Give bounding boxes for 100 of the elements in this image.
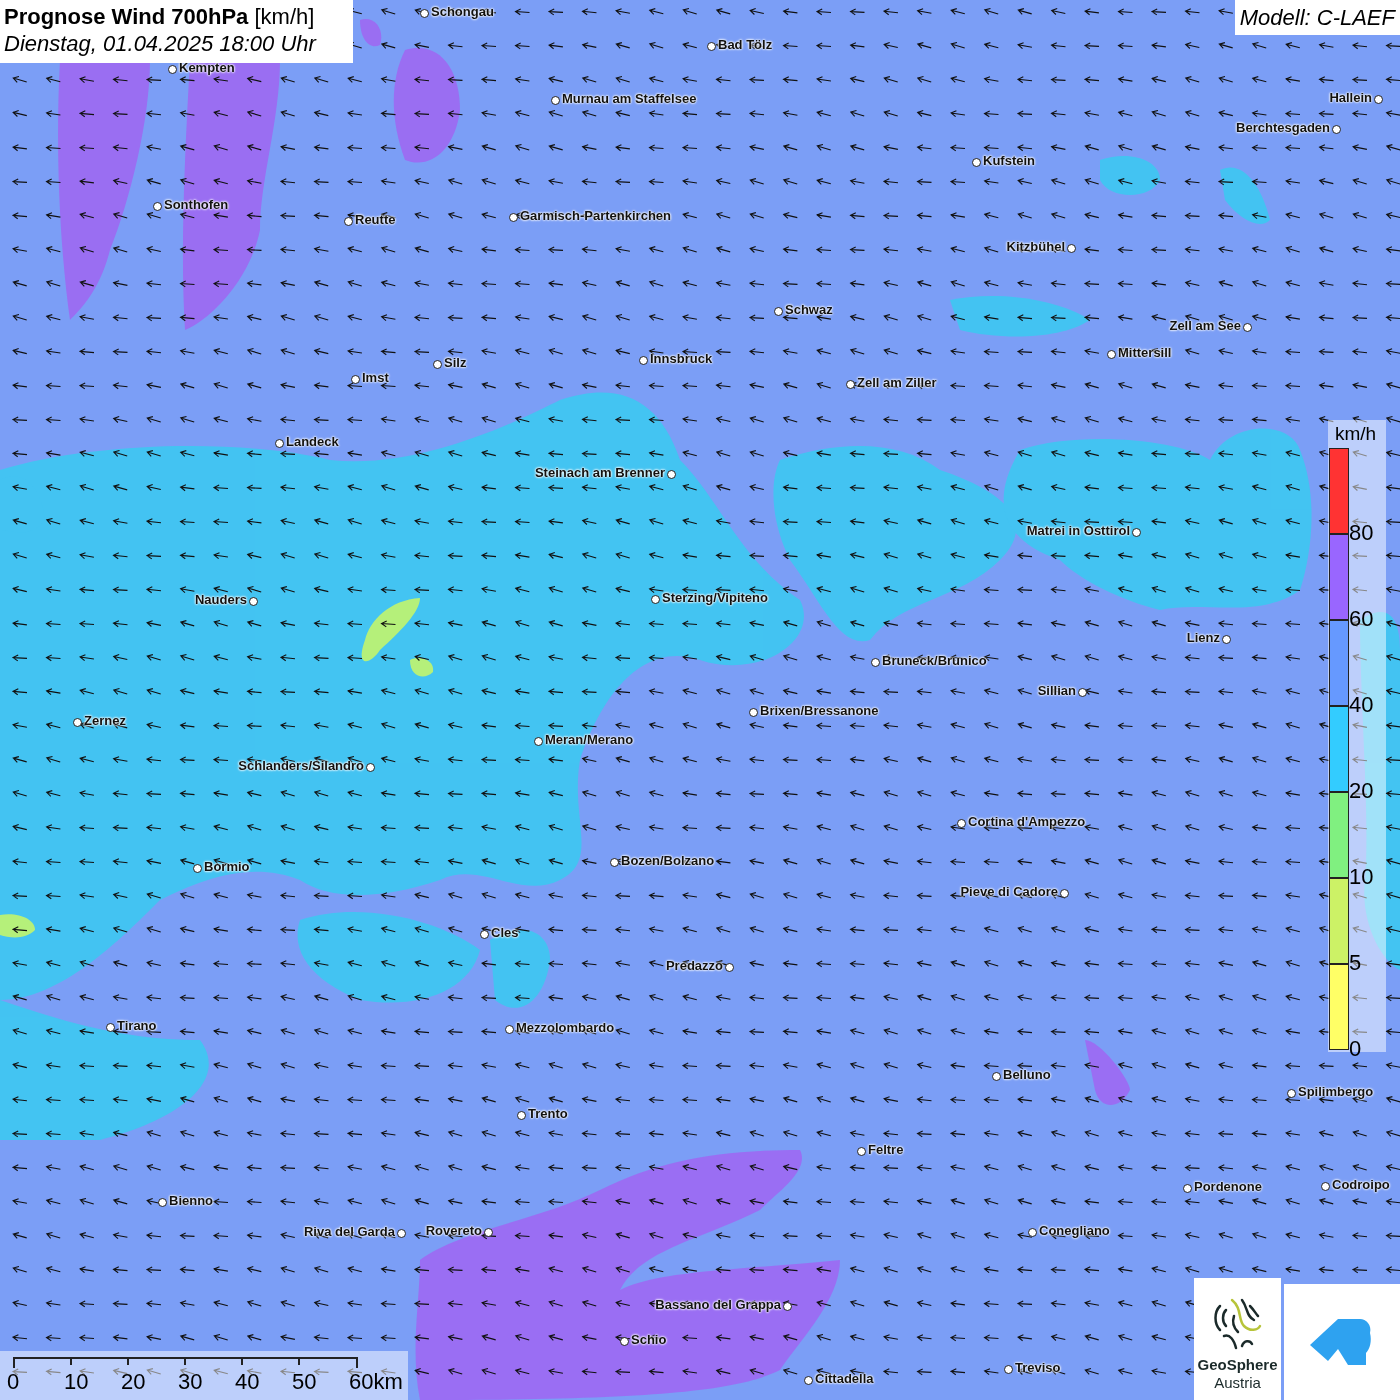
city-label: Murnau am Staffelsee — [562, 91, 697, 106]
city-marker — [365, 762, 375, 772]
city-marker — [167, 64, 177, 74]
city-label: Spilimbergo — [1298, 1084, 1374, 1099]
city-marker — [274, 438, 284, 448]
city-label: Conegliano — [1039, 1223, 1110, 1238]
city-marker — [666, 469, 676, 479]
legend-value: 10 — [1349, 866, 1374, 888]
city-marker — [1373, 94, 1383, 104]
city-marker — [748, 707, 758, 717]
city-label: Schwaz — [785, 302, 833, 317]
city-marker — [724, 962, 734, 972]
city-marker — [706, 41, 716, 51]
city-label: Berchtesgaden — [1236, 120, 1330, 135]
city-label: Schio — [631, 1332, 667, 1347]
city-marker — [1003, 1364, 1013, 1374]
city-marker — [508, 212, 518, 222]
city-marker — [609, 857, 619, 867]
city-marker — [638, 355, 648, 365]
city-marker — [1286, 1088, 1296, 1098]
city-marker — [1066, 243, 1076, 253]
city-label: Cortina d'Ampezzo — [968, 814, 1086, 829]
city-marker — [845, 379, 855, 389]
city-label: Schlanders/Silandro — [238, 758, 364, 773]
city-label: Pordenone — [1194, 1179, 1262, 1194]
city-label: Kempten — [179, 60, 235, 75]
scale-label: 40 — [235, 1369, 260, 1395]
city-label: Tirano — [117, 1018, 157, 1033]
city-marker — [956, 818, 966, 828]
city-marker — [343, 216, 353, 226]
legend-value: 0 — [1349, 1038, 1362, 1060]
city-label: Garmisch-Partenkirchen — [520, 208, 671, 223]
city-marker — [1077, 687, 1087, 697]
app-logo[interactable] — [1284, 1284, 1400, 1400]
city-label: Sonthofen — [164, 197, 229, 212]
city-label: Bad Tölz — [718, 37, 773, 52]
city-marker — [157, 1197, 167, 1207]
logo-text: GeoSphere — [1197, 1356, 1278, 1374]
city-label: Cles — [491, 925, 519, 940]
city-marker — [516, 1110, 526, 1120]
city-label: Feltre — [868, 1142, 904, 1157]
city-marker — [479, 929, 489, 939]
model-label: Modell: C-LAEF — [1234, 0, 1400, 35]
city-label: Sillian — [1037, 683, 1076, 698]
city-label: Hallein — [1329, 90, 1372, 105]
city-label: Bienno — [169, 1193, 214, 1208]
city-label: Imst — [362, 370, 389, 385]
logo-subtext: Austria — [1214, 1374, 1261, 1392]
city-label: Bruneck/Brunico — [882, 653, 987, 668]
city-label: Zernez — [84, 713, 126, 728]
city-label: Matrei in Osttirol — [1026, 523, 1130, 538]
city-marker — [1027, 1227, 1037, 1237]
city-marker — [650, 594, 660, 604]
city-label: Lienz — [1186, 630, 1220, 645]
city-marker — [248, 596, 258, 606]
city-marker — [1242, 322, 1252, 332]
scale-label: 30 — [178, 1369, 203, 1395]
city-marker — [1182, 1183, 1192, 1193]
city-marker — [1059, 888, 1069, 898]
city-marker — [971, 157, 981, 167]
city-marker — [350, 374, 360, 384]
city-label: Sterzing/Vipiteno — [662, 590, 768, 605]
city-label: Zell am See — [1169, 318, 1241, 333]
map-title: Prognose Wind 700hPa — [4, 4, 249, 29]
city-marker — [419, 8, 429, 18]
unit-label: [km/h] — [254, 4, 315, 29]
city-label: Brixen/Bressanone — [760, 703, 879, 718]
city-marker — [550, 95, 560, 105]
city-label: Treviso — [1015, 1360, 1061, 1375]
city-label: Codroipo — [1332, 1177, 1390, 1192]
city-label: Riva del Garda — [303, 1224, 395, 1239]
city-label: Steinach am Brenner — [534, 465, 665, 480]
city-label: Kitzbühel — [1006, 239, 1065, 254]
city-marker — [483, 1227, 493, 1237]
legend-value: 40 — [1349, 694, 1374, 716]
city-marker — [1221, 634, 1231, 644]
city-marker — [105, 1022, 115, 1032]
city-label: Predazzo — [665, 958, 723, 973]
legend-value: 5 — [1349, 952, 1362, 974]
city-label: Pieve di Cadore — [960, 884, 1058, 899]
city-marker — [870, 657, 880, 667]
scale-label: 50 — [292, 1369, 317, 1395]
city-marker — [782, 1301, 792, 1311]
city-marker — [1106, 349, 1116, 359]
contour-lines-icon — [1211, 1296, 1264, 1352]
mountain-cloud-icon — [1310, 1319, 1374, 1365]
city-label: Mezzolombardo — [516, 1020, 615, 1035]
legend-unit: km/h — [1335, 422, 1377, 446]
city-label: Kufstein — [983, 153, 1035, 168]
city-marker — [619, 1336, 629, 1346]
city-label: Cittadella — [815, 1371, 874, 1386]
city-label: Silz — [444, 355, 467, 370]
city-marker — [803, 1375, 813, 1385]
city-label: Belluno — [1003, 1067, 1051, 1082]
city-marker — [192, 863, 202, 873]
legend-value: 20 — [1349, 780, 1374, 802]
geosphere-logo[interactable]: GeoSphere Austria — [1194, 1278, 1281, 1400]
scale-label: 60km — [349, 1369, 403, 1395]
city-label: Trento — [528, 1106, 568, 1121]
city-marker — [1320, 1181, 1330, 1191]
